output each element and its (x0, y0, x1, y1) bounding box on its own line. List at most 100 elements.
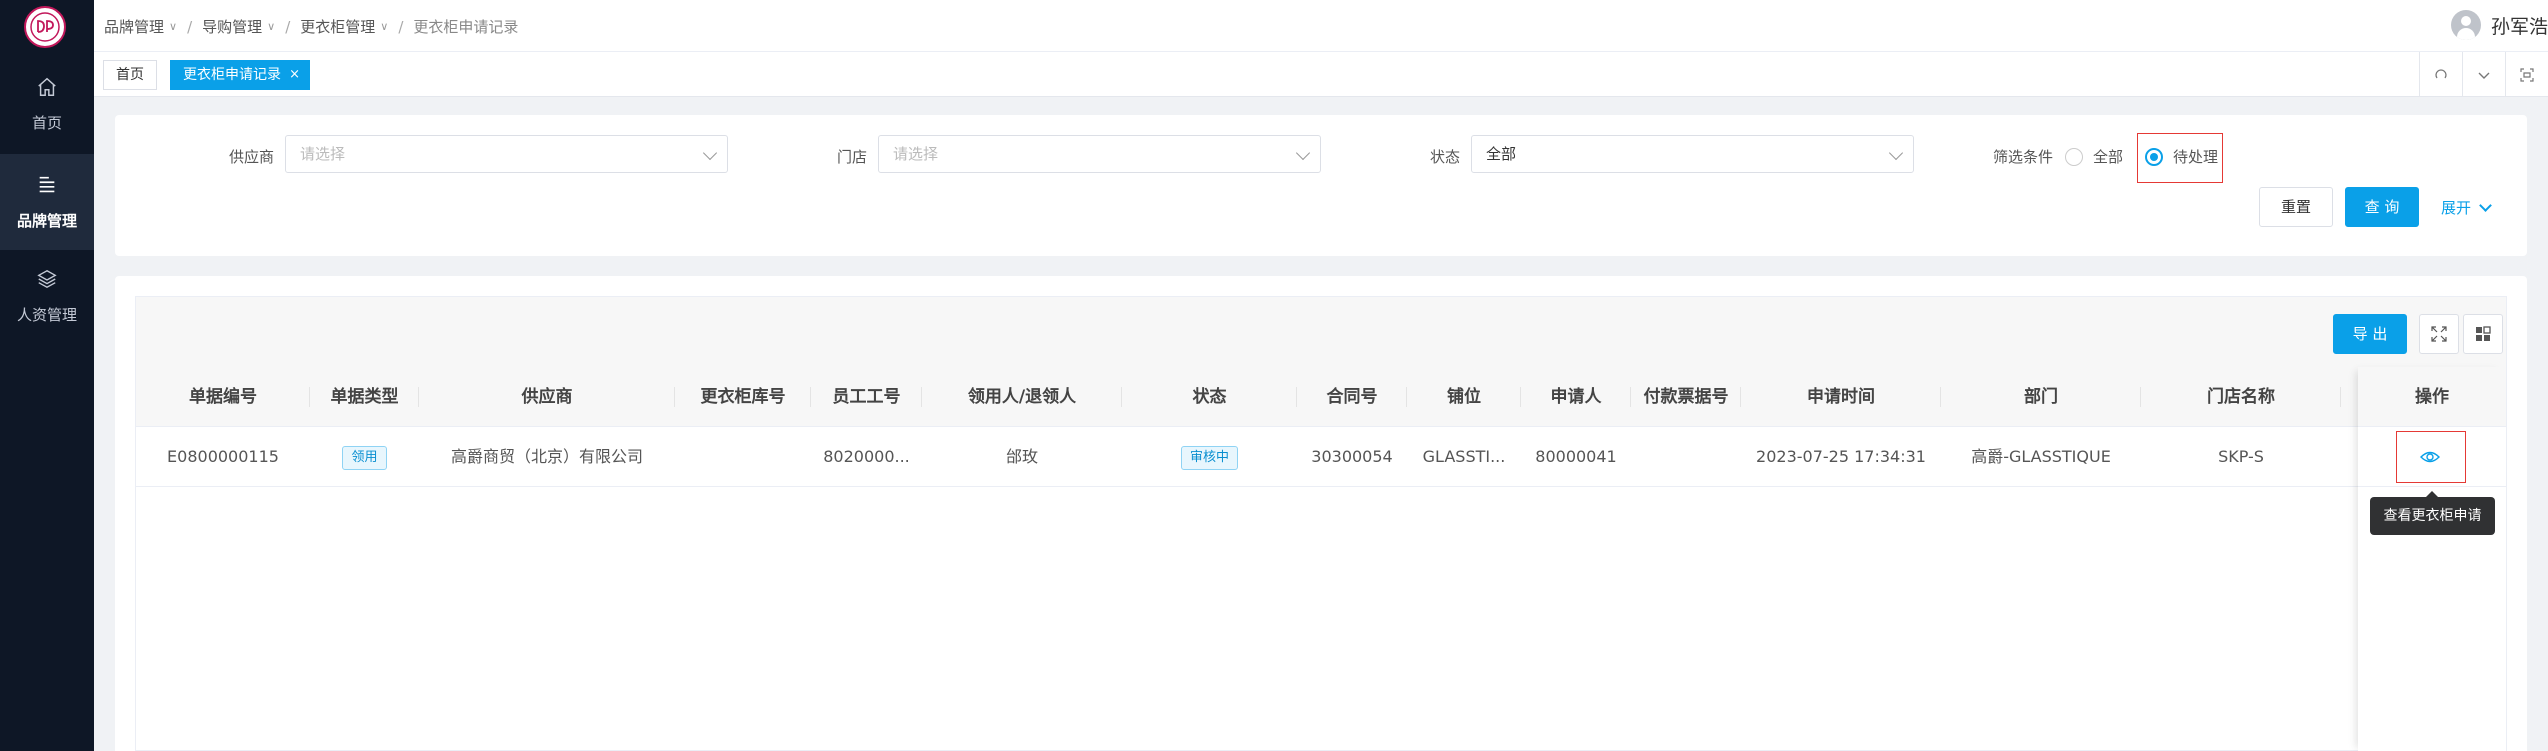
status-value: 全部 (1486, 145, 1517, 163)
tabs-dropdown-button[interactable] (2462, 52, 2505, 97)
tab-home[interactable]: 首页 (103, 60, 157, 90)
home-icon (38, 77, 56, 96)
fullscreen-button[interactable] (2505, 52, 2548, 97)
condition-all-radio[interactable]: 全部 (2065, 146, 2123, 167)
breadcrumb-separator: / (285, 17, 291, 36)
column-header[interactable]: 员工工号 (811, 367, 922, 427)
user-name: 孙军浩 (2490, 15, 2548, 38)
radio-unchecked-icon (2065, 147, 2083, 166)
cell-dept: 高爵-GLASSTIQUE (1971, 447, 2111, 466)
doc-type-tag: 领用 (342, 445, 387, 470)
expand-toggle[interactable]: 展开 (2441, 197, 2492, 218)
cell-person: 邰玫 (1005, 447, 1038, 466)
view-tooltip: 查看更衣柜申请 (2370, 491, 2495, 535)
sidebar: 首页 品牌管理 人资管理 (0, 0, 94, 751)
store-select[interactable]: 请选择 (878, 135, 1321, 173)
sidebar-item-label: 首页 (31, 113, 62, 132)
data-table: 导 出 单据编号 单据类型 供应商 更衣柜库号 员工工号 领用人/退领人 状态 … (135, 296, 2507, 751)
column-header[interactable]: 单据编号 (136, 367, 310, 427)
export-button[interactable]: 导 出 (2333, 314, 2407, 354)
operation-cell (2358, 427, 2506, 487)
column-header[interactable]: 申请人 (1521, 367, 1631, 427)
user-menu[interactable]: 孙军浩 (2450, 10, 2548, 40)
sidebar-item-hr[interactable]: 人资管理 (0, 248, 94, 344)
sidebar-item-label: 品牌管理 (16, 211, 77, 230)
table-row[interactable]: E0800000115 领用 高爵商贸（北京）有限公司 8020000... 邰… (136, 427, 2506, 487)
refresh-icon (2435, 68, 2447, 78)
column-header[interactable]: 更衣柜库号 (675, 367, 811, 427)
cell-doc-type: 领用 (310, 427, 419, 487)
table-panel: 导 出 单据编号 单据类型 供应商 更衣柜库号 员工工号 领用人/退领人 状态 … (115, 276, 2527, 751)
breadcrumb-item[interactable]: 导购管理 ∨ (202, 16, 275, 37)
supplier-select[interactable]: 请选择 (285, 135, 728, 173)
column-header[interactable]: 领用人/退领人 (922, 367, 1122, 427)
column-header[interactable]: 部门 (1941, 367, 2141, 427)
operation-header: 操作 (2358, 367, 2506, 427)
view-eye-icon[interactable] (2419, 447, 2441, 467)
table-header: 单据编号 单据类型 供应商 更衣柜库号 员工工号 领用人/退领人 状态 合同号 … (136, 367, 2506, 427)
column-header: 操作 (2415, 387, 2449, 407)
sidebar-item-label: 人资管理 (16, 305, 77, 324)
cell-store: SKP-S (2218, 447, 2264, 466)
column-header[interactable]: 状态 (1122, 367, 1297, 427)
cell-locker-no (675, 427, 811, 487)
cell-status: 审核中 (1122, 427, 1297, 487)
sidebar-item-brand[interactable]: 品牌管理 (0, 154, 94, 250)
expand-label: 展开 (2441, 199, 2472, 217)
chevron-down-icon (2479, 198, 2492, 212)
chevron-down-icon: ∨ (267, 20, 276, 33)
breadcrumb: 品牌管理 ∨ / 导购管理 ∨ / 更衣柜管理 ∨ / 更衣柜申请记录 (104, 16, 518, 37)
column-header[interactable]: 门店名称 (2141, 367, 2341, 427)
cell-booth: GLASSTI... (1422, 447, 1506, 466)
condition-label: 筛选条件 (1993, 148, 2054, 166)
store-placeholder: 请选择 (893, 145, 939, 163)
supplier-placeholder: 请选择 (300, 145, 346, 163)
breadcrumb-separator: / (187, 17, 193, 36)
cell-contract-no: 30300054 (1311, 447, 1393, 466)
avatar (2450, 10, 2481, 40)
grid-icon (2476, 326, 2491, 341)
cell-applicant: 80000041 (1535, 447, 1617, 466)
sidebar-item-home[interactable]: 首页 (0, 56, 94, 152)
cell-supplier: 高爵商贸（北京）有限公司 (450, 447, 643, 466)
cell-employee-no: 8020000... (823, 447, 910, 466)
expand-arrows-icon (2431, 326, 2447, 342)
fit-columns-button[interactable] (2419, 314, 2459, 354)
refresh-button[interactable] (2419, 52, 2462, 97)
close-icon[interactable]: × (289, 61, 300, 89)
breadcrumb-current: 更衣柜申请记录 (413, 18, 519, 36)
tabs-bar: 首页 更衣柜申请记录 × (94, 52, 2548, 97)
column-header[interactable]: 单据类型 (310, 367, 419, 427)
breadcrumb-item[interactable]: 更衣柜管理 ∨ (300, 16, 388, 37)
column-settings-button[interactable] (2463, 314, 2503, 354)
highlight-box (2137, 133, 2223, 183)
top-header: 品牌管理 ∨ / 导购管理 ∨ / 更衣柜管理 ∨ / 更衣柜申请记录 孙军浩 (94, 0, 2548, 52)
breadcrumb-separator: / (398, 17, 404, 36)
status-select[interactable]: 全部 (1471, 135, 1914, 173)
status-badge: 审核中 (1180, 445, 1238, 470)
column-header[interactable]: 申请时间 (1741, 367, 1941, 427)
table-toolbar: 导 出 (136, 297, 2506, 367)
cell-invoice-no (1631, 427, 1741, 487)
operation-column: 操作 查看更衣柜申请 (2358, 367, 2506, 751)
fullscreen-icon (2520, 67, 2534, 82)
column-header[interactable]: 付款票据号 (1631, 367, 1741, 427)
reset-button[interactable]: 重置 (2259, 187, 2333, 227)
status-label: 状态 (1430, 148, 1461, 166)
chevron-down-icon (1888, 145, 1904, 161)
filter-panel: 供应商 请选择 门店 请选择 状态 全部 筛选条件 全部 待处理 重置 查 询 … (115, 115, 2527, 256)
cell-apply-time: 2023-07-25 17:34:31 (1756, 447, 1926, 466)
tab-locker-records[interactable]: 更衣柜申请记录 × (170, 60, 310, 90)
query-button[interactable]: 查 询 (2345, 187, 2419, 227)
layers-icon (37, 269, 57, 288)
column-header[interactable]: 铺位 (1407, 367, 1521, 427)
tab-tools (2419, 52, 2548, 97)
column-header[interactable]: 合同号 (1297, 367, 1407, 427)
chevron-down-icon: ∨ (169, 20, 178, 33)
supplier-label: 供应商 (229, 148, 275, 166)
menu-lines-icon (39, 176, 55, 192)
column-header[interactable]: 供应商 (419, 367, 675, 427)
breadcrumb-item[interactable]: 品牌管理 ∨ (104, 16, 177, 37)
chevron-down-icon: ∨ (380, 20, 389, 33)
logo (24, 6, 66, 48)
